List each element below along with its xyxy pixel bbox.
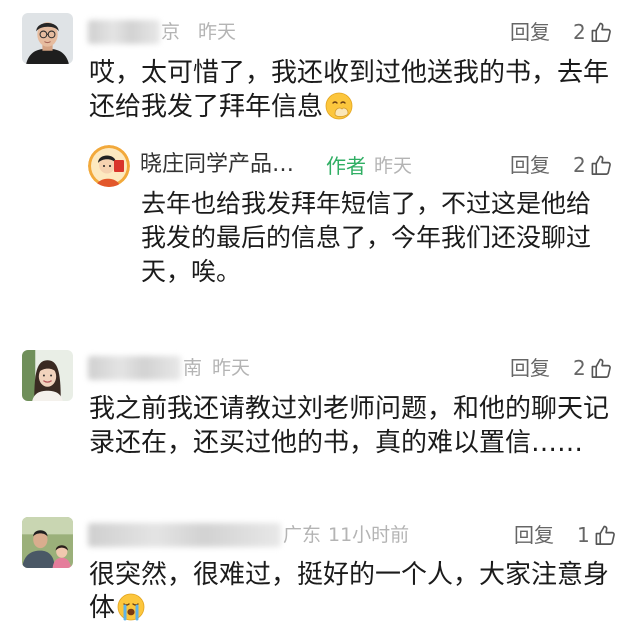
comment-text: 很突然，很难过，挺好的一个人，大家注意身 体 — [89, 559, 609, 625]
comment-text-line-with-emoji: 还给我发了拜年信息 — [89, 90, 609, 124]
reply-text-line: 我发的最后的信息了，今年我们还没聊过 — [141, 223, 592, 252]
blurred-username[interactable] — [88, 523, 281, 547]
like-count: 2 — [573, 153, 586, 177]
reply-text-line: 天，唉。 — [141, 257, 242, 286]
like-button[interactable]: 2 — [573, 355, 613, 381]
man-with-glasses-avatar[interactable] — [22, 13, 73, 64]
thumbs-up-icon — [591, 22, 611, 42]
comment-time: 昨天 — [212, 357, 251, 379]
comment-location: 南 — [183, 357, 203, 379]
comment-text-line: 录还在，还买过他的书，真的难以置信…… — [89, 428, 584, 458]
thumbs-up-icon — [591, 358, 611, 378]
comment-text-line: 还给我发了拜年信息 — [89, 92, 324, 122]
author-reply-item: 晓庄同学产品… 作者 昨天 回复 2 去年也给我发拜年短信了，不过这是他给 我发… — [0, 140, 641, 320]
comment-item: 京 昨天 回复 2 哎，太可惜了，我还收到过他送我的书，去年 还给我发了拜年信息 — [0, 0, 641, 132]
hand-over-mouth-emoji-icon — [325, 92, 353, 120]
like-count: 1 — [577, 523, 590, 547]
reply-button[interactable]: 回复 — [510, 19, 550, 45]
comment-list: 京 昨天 回复 2 哎，太可惜了，我还收到过他送我的书，去年 还给我发了拜年信息 — [0, 0, 641, 637]
like-count: 2 — [573, 356, 586, 380]
comment-item: 广东 11小时前 回复 1 很突然，很难过，挺好的一个人，大家注意身 体 — [0, 505, 641, 637]
comment-text-line: 很突然，很难过，挺好的一个人，大家注意身 — [89, 560, 610, 590]
cartoon-student-avatar[interactable] — [88, 145, 130, 187]
man-with-child-avatar[interactable] — [22, 517, 73, 568]
blurred-username[interactable] — [88, 356, 181, 380]
comment-text: 我之前我还请教过刘老师问题，和他的聊天记 录还在，还买过他的书，真的难以置信…… — [89, 392, 609, 460]
like-button[interactable]: 2 — [573, 152, 613, 178]
comment-time: 昨天 — [198, 21, 237, 43]
comment-item: 南 昨天 回复 2 我之前我还请教过刘老师问题，和他的聊天记 录还在，还买过他的… — [0, 340, 641, 490]
reply-button[interactable]: 回复 — [510, 152, 550, 178]
reply-button[interactable]: 回复 — [510, 355, 550, 381]
author-badge: 作者 — [326, 154, 366, 178]
comment-time: 11小时前 — [328, 524, 410, 546]
like-button[interactable]: 2 — [573, 19, 613, 45]
comment-location: 广东 — [283, 524, 322, 546]
comment-text-line: 我之前我还请教过刘老师问题，和他的聊天记 — [89, 394, 610, 424]
reply-text: 去年也给我发拜年短信了，不过这是他给 我发的最后的信息了，今年我们还没聊过 天，… — [141, 187, 591, 289]
reply-button[interactable]: 回复 — [514, 522, 554, 548]
loudly-crying-emoji-icon — [117, 593, 145, 621]
thumbs-up-icon — [591, 155, 611, 175]
blurred-username[interactable] — [88, 20, 160, 44]
thumbs-up-icon — [595, 525, 615, 545]
reply-author-name[interactable]: 晓庄同学产品… — [140, 152, 294, 178]
comment-text: 哎，太可惜了，我还收到过他送我的书，去年 还给我发了拜年信息 — [89, 56, 609, 124]
like-count: 2 — [573, 20, 586, 44]
comment-text-line-with-emoji: 体 — [89, 592, 609, 625]
woman-portrait-avatar[interactable] — [22, 350, 73, 401]
comment-time: 昨天 — [374, 155, 413, 177]
comment-text-line: 哎，太可惜了，我还收到过他送我的书，去年 — [89, 58, 610, 88]
comment-location: 京 — [161, 21, 181, 43]
like-button[interactable]: 1 — [577, 522, 617, 548]
reply-text-line: 去年也给我发拜年短信了，不过这是他给 — [141, 189, 592, 218]
comment-text-line: 体 — [89, 593, 116, 623]
